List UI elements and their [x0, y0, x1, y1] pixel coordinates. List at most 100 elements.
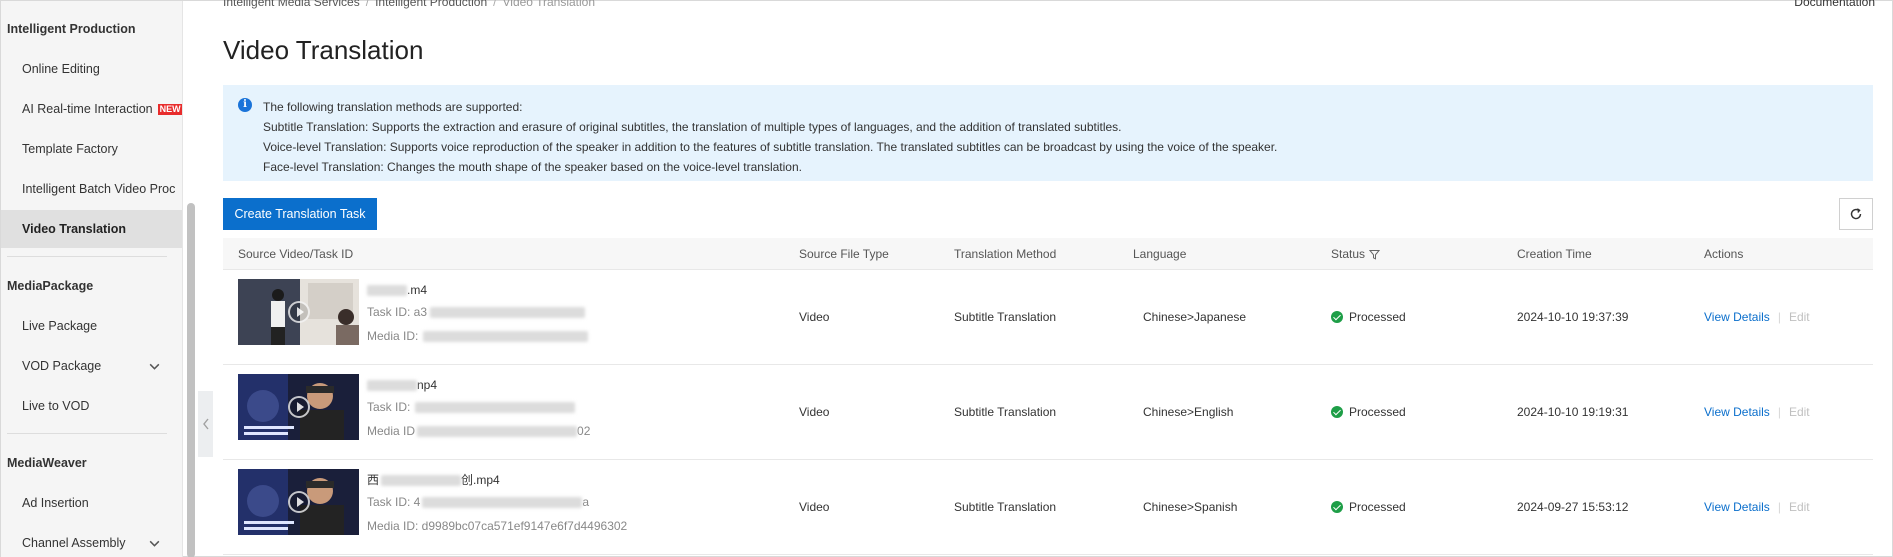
media-id: Media ID: d9989bc07ca571ef9147e6f7d44963…	[367, 519, 628, 533]
media-id: Media ID:	[367, 324, 589, 348]
row-actions: View Details | Edit	[1704, 500, 1810, 514]
sidebar-item-label: Template Factory	[22, 142, 118, 156]
notice-line: Face-level Translation: Changes the mout…	[263, 160, 802, 174]
column-header-file-type: Source File Type	[799, 247, 889, 261]
table-row: .m4 Task ID: a3 Media ID: Video Subtitle…	[223, 270, 1873, 365]
file-type: Video	[799, 405, 830, 419]
sidebar-item-label: Live Package	[22, 319, 98, 333]
play-icon	[287, 491, 310, 513]
row-actions: View Details | Edit	[1704, 310, 1810, 324]
sidebar-item-video-translation[interactable]: Video Translation	[1, 210, 182, 248]
language: Chinese>English	[1143, 405, 1234, 419]
sidebar-item-online-editing[interactable]: Online Editing	[1, 50, 182, 88]
media-id: Media ID 02	[367, 424, 591, 438]
column-header-actions: Actions	[1704, 247, 1744, 261]
translation-method: Subtitle Translation	[954, 405, 1057, 419]
breadcrumb: Intelligent Media Services / Intelligent P…	[223, 0, 595, 9]
sidebar-divider	[7, 433, 167, 434]
new-badge: NEW	[157, 104, 182, 116]
sidebar-item-vod-package[interactable]: VOD Package	[1, 347, 182, 385]
sidebar: Intelligent Production Online Editing AI…	[1, 1, 183, 557]
sidebar-item-label: Live to VOD	[22, 399, 90, 413]
play-icon	[287, 396, 310, 418]
play-icon	[287, 301, 310, 323]
creation-time: 2024-10-10 19:19:31	[1517, 405, 1629, 419]
file-name: 西创.mp4	[367, 473, 500, 487]
file-type: Video	[799, 500, 830, 514]
sidebar-item-ai-real-time-interaction[interactable]: AI Real-time Interaction NEW	[1, 90, 182, 128]
table-row: np4 Task ID: Media ID 02 Video Subtitle T…	[223, 365, 1873, 460]
breadcrumb-item-intelligent-media-services[interactable]: Intelligent Media Services	[223, 0, 360, 9]
filter-icon[interactable]	[1368, 249, 1381, 260]
language: Chinese>Spanish	[1143, 500, 1238, 514]
sidebar-item-label: Channel Assembly	[22, 536, 126, 550]
sidebar-item-intelligent-batch-video[interactable]: Intelligent Batch Video Proc	[1, 170, 182, 208]
main-content: Intelligent Media Services / Intelligent P…	[223, 0, 1875, 557]
sidebar-item-template-factory[interactable]: Template Factory	[1, 130, 182, 168]
column-header-source: Source Video/Task ID	[238, 247, 354, 261]
creation-time: 2024-09-27 15:53:12	[1517, 500, 1629, 514]
sidebar-item-label: Ad Insertion	[22, 496, 89, 510]
sidebar-group-mediaweaver: MediaWeaver	[7, 456, 87, 470]
edit-link[interactable]: Edit	[1789, 310, 1810, 324]
video-thumbnail[interactable]	[238, 279, 359, 345]
sidebar-item-label: Intelligent Batch Video Proc	[22, 182, 176, 196]
column-header-status: Status	[1331, 238, 1381, 270]
sidebar-group-mediapackage: MediaPackage	[7, 279, 94, 293]
row-actions: View Details | Edit	[1704, 405, 1810, 419]
video-thumbnail[interactable]	[238, 374, 359, 440]
video-meta: .m4 Task ID: a3 Media ID:	[367, 280, 589, 348]
column-header-creation-time: Creation Time	[1517, 247, 1592, 261]
status-badge: Processed	[1331, 270, 1406, 365]
sidebar-item-label: VOD Package	[22, 359, 102, 373]
notice-line: Voice-level Translation: Supports voice …	[263, 140, 1278, 154]
table-row: 西创.mp4 Task ID: 4a Media ID: d9989bc07ca…	[223, 460, 1873, 555]
notice-line: Subtitle Translation: Supports the extra…	[263, 120, 1122, 134]
table-header: Source Video/Task ID Source File Type Tr…	[223, 238, 1873, 270]
task-id: Task ID:	[367, 395, 590, 419]
sidebar-item-label: Video Translation	[22, 222, 126, 236]
sidebar-scrollbar[interactable]	[187, 203, 195, 557]
column-header-method: Translation Method	[954, 247, 1057, 261]
info-icon: i	[238, 98, 252, 112]
view-details-link[interactable]: View Details	[1704, 310, 1770, 324]
page-title: Video Translation	[223, 35, 424, 65]
chevron-down-icon[interactable]	[148, 347, 161, 385]
task-id: Task ID: a3	[367, 300, 588, 324]
check-circle-icon	[1331, 310, 1343, 323]
creation-time: 2024-10-10 19:37:39	[1517, 310, 1629, 324]
view-details-link[interactable]: View Details	[1704, 500, 1770, 514]
file-name: .m4	[367, 280, 588, 300]
status-badge: Processed	[1331, 365, 1406, 460]
translation-method: Subtitle Translation	[954, 500, 1057, 514]
chevron-left-icon[interactable]	[198, 391, 213, 457]
translation-method: Subtitle Translation	[954, 310, 1057, 324]
column-header-language: Language	[1133, 247, 1187, 261]
video-meta: 西创.mp4 Task ID: 4a Media ID: d9989bc07ca…	[367, 470, 627, 538]
breadcrumb-item-current: Video Translation	[502, 0, 596, 9]
edit-link[interactable]: Edit	[1789, 500, 1810, 514]
check-circle-icon	[1331, 405, 1343, 418]
breadcrumb-item-intelligent-production[interactable]: Intelligent Production	[375, 0, 487, 9]
chevron-down-icon[interactable]	[148, 524, 161, 557]
file-name: np4	[367, 375, 590, 395]
view-details-link[interactable]: View Details	[1704, 405, 1770, 419]
sidebar-item-label: Online Editing	[22, 62, 100, 76]
video-meta: np4 Task ID: Media ID 02	[367, 375, 590, 443]
video-thumbnail[interactable]	[238, 469, 359, 535]
edit-link[interactable]: Edit	[1789, 405, 1810, 419]
sidebar-item-live-package[interactable]: Live Package	[1, 307, 182, 345]
refresh-button[interactable]	[1839, 198, 1873, 230]
create-translation-task-button[interactable]: Create Translation Task	[223, 198, 377, 230]
sidebar-item-live-to-vod[interactable]: Live to VOD	[1, 387, 182, 425]
language: Chinese>Japanese	[1143, 310, 1247, 324]
info-notice: i The following translation methods are …	[223, 85, 1873, 181]
refresh-icon	[1850, 208, 1862, 220]
sidebar-item-ad-insertion[interactable]: Ad Insertion	[1, 484, 182, 522]
sidebar-item-channel-assembly[interactable]: Channel Assembly	[1, 524, 182, 557]
task-id: Task ID: 4a	[367, 495, 590, 509]
notice-line: The following translation methods are su…	[263, 100, 523, 114]
column-header-status-label: Status	[1331, 247, 1366, 261]
documentation-link[interactable]: Documentation	[1794, 0, 1875, 9]
file-type: Video	[799, 310, 830, 324]
